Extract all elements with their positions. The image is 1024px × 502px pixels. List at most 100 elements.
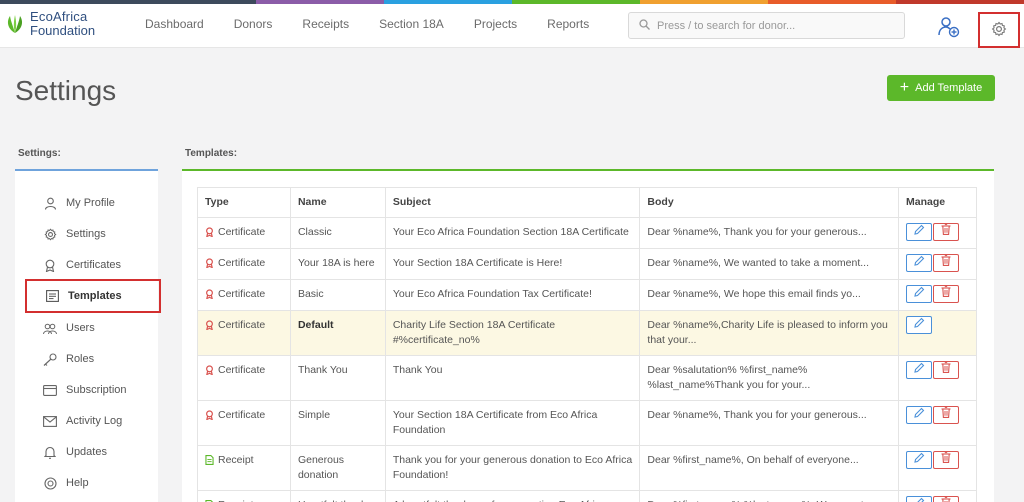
certificate-icon xyxy=(205,227,214,238)
nav-reports[interactable]: Reports xyxy=(532,4,604,48)
cell-type: Certificate xyxy=(197,400,291,446)
cell-name: Basic xyxy=(289,279,386,311)
main-nav: Dashboard Donors Receipts Section 18A Pr… xyxy=(130,4,604,48)
sidebar-item-my-profile[interactable]: My Profile xyxy=(15,191,158,215)
cell-body: Dear %name%, We wanted to take a moment.… xyxy=(639,248,900,280)
sidebar-item-certificates[interactable]: Certificates xyxy=(15,253,158,277)
brand-line2: Foundation xyxy=(30,23,96,38)
nav-receipts[interactable]: Receipts xyxy=(287,4,364,48)
templates-panel: Type Name Subject Body Manage Certificat… xyxy=(182,169,994,502)
type-label: Certificate xyxy=(218,409,266,421)
users-icon xyxy=(43,321,57,335)
logo[interactable]: EcoAfrica Foundation xyxy=(4,10,95,38)
cell-type: Receipt xyxy=(197,445,291,491)
receipt-icon xyxy=(205,455,214,465)
sidebar-item-label: Settings xyxy=(66,228,106,240)
bell-icon xyxy=(43,445,57,459)
edit-button[interactable] xyxy=(906,496,933,502)
add-template-label: Add Template xyxy=(915,82,983,94)
template-icon xyxy=(45,289,59,303)
sidebar-item-users[interactable]: Users xyxy=(15,316,158,340)
lifebuoy-icon xyxy=(43,476,57,490)
cell-type: Receipt xyxy=(197,490,291,502)
nav-section-18a[interactable]: Section 18A xyxy=(364,4,459,48)
pencil-icon xyxy=(913,255,925,271)
add-donor-icon[interactable] xyxy=(938,16,960,38)
nav-dashboard[interactable]: Dashboard xyxy=(130,4,219,48)
pencil-icon xyxy=(913,407,925,423)
sidebar-item-updates[interactable]: Updates xyxy=(15,440,158,464)
sidebar-item-label: Templates xyxy=(68,290,122,302)
certificate-icon xyxy=(205,258,214,269)
cell-subject: Thank you for your generous donation to … xyxy=(384,445,641,491)
sidebar-item-templates[interactable]: Templates xyxy=(25,279,161,313)
nav-projects[interactable]: Projects xyxy=(459,4,532,48)
sidebar-item-roles[interactable]: Roles xyxy=(15,347,158,371)
edit-button[interactable] xyxy=(906,316,933,334)
add-template-button[interactable]: + Add Template xyxy=(887,75,995,101)
type-label: Certificate xyxy=(218,226,266,238)
pencil-icon xyxy=(913,224,925,240)
table-row: Certificate Your 18A is here Your Section … xyxy=(197,248,977,280)
sidebar-item-label: Help xyxy=(66,477,89,489)
mail-icon xyxy=(43,414,57,428)
delete-button[interactable] xyxy=(933,285,960,303)
templates-heading: Templates: xyxy=(185,148,238,159)
nav-donors[interactable]: Donors xyxy=(219,4,288,48)
cell-manage xyxy=(898,490,977,502)
user-icon xyxy=(43,196,57,210)
delete-button[interactable] xyxy=(933,361,960,379)
sidebar-item-label: Users xyxy=(66,322,95,334)
sidebar-item-label: Certificates xyxy=(66,259,122,271)
pencil-icon xyxy=(913,286,925,302)
column-header-body[interactable]: Body xyxy=(639,187,900,218)
settings-sidebar: My Profile Settings Certificates Templat… xyxy=(15,169,161,502)
table-row: Certificate Simple Your Section 18A Certif… xyxy=(197,400,977,446)
search-icon xyxy=(639,18,650,33)
type-label: Certificate xyxy=(218,288,266,300)
page-title: Settings xyxy=(15,75,117,106)
cell-name: Your 18A is here xyxy=(289,248,386,280)
trash-icon xyxy=(941,286,951,302)
edit-button[interactable] xyxy=(906,451,933,469)
edit-button[interactable] xyxy=(906,285,933,303)
type-label: Certificate xyxy=(218,319,266,331)
sidebar-item-settings[interactable]: Settings xyxy=(15,222,158,246)
settings-gear-button[interactable] xyxy=(978,12,1020,48)
edit-button[interactable] xyxy=(906,361,933,379)
column-header-subject[interactable]: Subject xyxy=(384,187,641,218)
column-header-name[interactable]: Name xyxy=(289,187,386,218)
delete-button[interactable] xyxy=(933,406,960,424)
column-header-type[interactable]: Type xyxy=(197,187,291,218)
gear-icon xyxy=(43,227,57,241)
table-row: Certificate Thank You Thank You Dear %salut… xyxy=(197,355,977,401)
sidebar-item-label: My Profile xyxy=(66,197,115,209)
delete-button[interactable] xyxy=(933,254,960,272)
edit-button[interactable] xyxy=(906,406,933,424)
cell-manage xyxy=(898,279,977,311)
card-icon xyxy=(43,383,57,397)
trash-icon xyxy=(941,452,951,468)
table-row: Receipt Heartfelt thankA heartfelt thank … xyxy=(197,490,977,502)
sidebar-item-subscription[interactable]: Subscription xyxy=(15,378,158,402)
delete-button[interactable] xyxy=(933,451,960,469)
cell-name: Heartfelt thank xyxy=(289,490,386,502)
sidebar-item-help[interactable]: Help xyxy=(15,471,158,495)
certificate-icon xyxy=(205,320,214,331)
templates-table: Type Name Subject Body Manage Certificat… xyxy=(197,187,977,502)
delete-button[interactable] xyxy=(933,496,960,502)
edit-button[interactable] xyxy=(906,254,933,272)
edit-button[interactable] xyxy=(906,223,933,241)
sidebar-item-activity-log[interactable]: Activity Log xyxy=(15,409,158,433)
cell-name: Default xyxy=(289,310,386,356)
search-input[interactable] xyxy=(657,19,887,32)
cell-manage xyxy=(898,217,977,249)
cell-body: Dear %name%, Thank you for your generous… xyxy=(639,400,900,446)
ribbon-icon xyxy=(43,258,57,272)
type-label: Certificate xyxy=(218,364,266,376)
cell-body: Dear %name%, We hope this email finds yo… xyxy=(639,279,900,311)
trash-icon xyxy=(941,255,951,271)
cell-type: Certificate xyxy=(197,355,291,401)
cell-body: Dear %name%,Charity Life is pleased to i… xyxy=(639,310,900,356)
delete-button[interactable] xyxy=(933,223,960,241)
